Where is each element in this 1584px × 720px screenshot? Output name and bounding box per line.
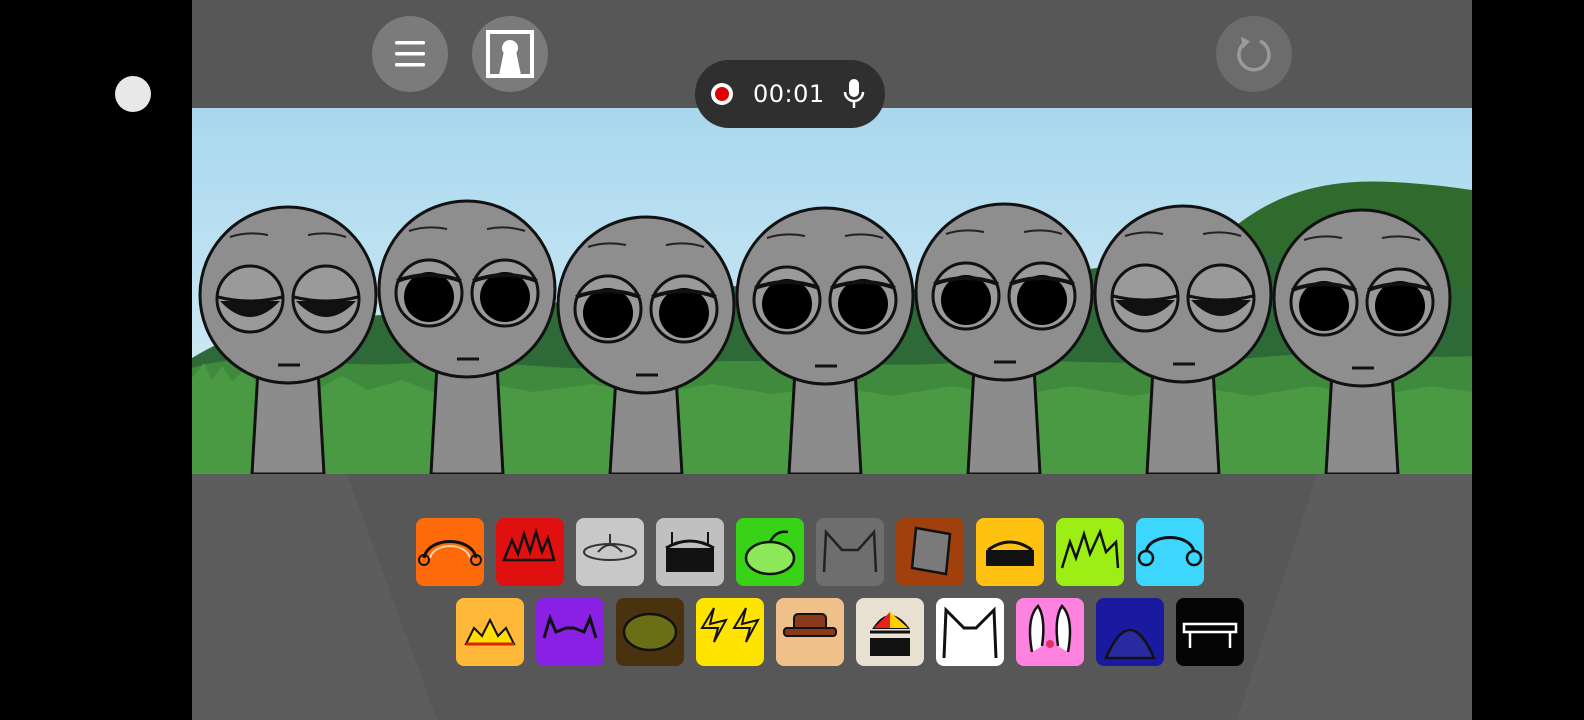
lime-grass-sound-slot[interactable] xyxy=(1056,518,1124,586)
red-spiky-sound-icon xyxy=(502,527,556,562)
orange-antenna-sound-slot[interactable] xyxy=(416,518,484,586)
sun-burst-sound-slot[interactable] xyxy=(456,598,524,666)
yellow-lightning-sound-icon xyxy=(700,607,760,643)
propeller-cap-sound-slot[interactable] xyxy=(856,598,924,666)
green-pumpkin-sound-icon xyxy=(744,530,796,576)
menu-button[interactable] xyxy=(372,16,448,92)
navy-dome-sound-slot[interactable] xyxy=(1096,598,1164,666)
orange-antenna-sound-icon xyxy=(418,540,482,566)
cyan-headphones-sound-slot[interactable] xyxy=(1136,518,1204,586)
reset-button[interactable] xyxy=(1216,16,1292,92)
red-spiky-sound-slot[interactable] xyxy=(496,518,564,586)
reset-icon xyxy=(1237,36,1271,72)
portrait-button[interactable] xyxy=(472,16,548,92)
gray-robot-sound-icon xyxy=(665,532,715,572)
brown-bucket-sound-icon xyxy=(910,526,952,576)
floor xyxy=(192,474,1472,720)
portrait-icon xyxy=(486,30,534,78)
purple-horns-sound-slot[interactable] xyxy=(536,598,604,666)
white-cat-sound-slot[interactable] xyxy=(936,598,1004,666)
yellow-lightning-sound-slot[interactable] xyxy=(696,598,764,666)
pink-bunny-sound-slot[interactable] xyxy=(1016,598,1084,666)
game-stage: 00:01 xyxy=(192,0,1472,720)
silver-ufo-sound-slot[interactable] xyxy=(576,518,644,586)
recording-time: 00:01 xyxy=(753,80,825,108)
green-pumpkin-sound-slot[interactable] xyxy=(736,518,804,586)
gray-cat-ears-sound-slot[interactable] xyxy=(816,518,884,586)
record-icon xyxy=(711,83,733,105)
silver-ufo-sound-icon xyxy=(583,534,637,561)
brown-bucket-sound-slot[interactable] xyxy=(896,518,964,586)
yellow-helmet-sound-slot[interactable] xyxy=(976,518,1044,586)
yellow-helmet-sound-icon xyxy=(986,540,1034,566)
navy-dome-sound-icon xyxy=(1104,628,1156,660)
sound-row-2 xyxy=(456,598,1244,666)
white-cat-sound-icon xyxy=(942,606,998,659)
scene xyxy=(192,108,1472,474)
tan-hat-sound-slot[interactable] xyxy=(776,598,844,666)
tan-hat-sound-icon xyxy=(783,613,837,637)
gray-cat-ears-sound-icon xyxy=(822,528,878,573)
microphone-icon[interactable] xyxy=(843,78,865,110)
black-bench-sound-slot[interactable] xyxy=(1176,598,1244,666)
purple-horns-sound-icon xyxy=(542,613,598,639)
pink-bunny-sound-icon xyxy=(1028,604,1072,653)
side-handle[interactable] xyxy=(115,76,151,112)
lime-grass-sound-icon xyxy=(1060,528,1120,569)
olive-nest-sound-slot[interactable] xyxy=(616,598,684,666)
sound-row-1 xyxy=(416,518,1204,586)
propeller-cap-sound-icon xyxy=(870,612,911,656)
gray-robot-sound-slot[interactable] xyxy=(656,518,724,586)
cyan-headphones-sound-icon xyxy=(1137,536,1203,567)
black-bench-sound-icon xyxy=(1182,622,1238,648)
menu-icon xyxy=(395,41,425,67)
olive-nest-sound-icon xyxy=(622,612,678,652)
recording-indicator[interactable]: 00:01 xyxy=(695,60,885,128)
sun-burst-sound-icon xyxy=(464,617,516,646)
